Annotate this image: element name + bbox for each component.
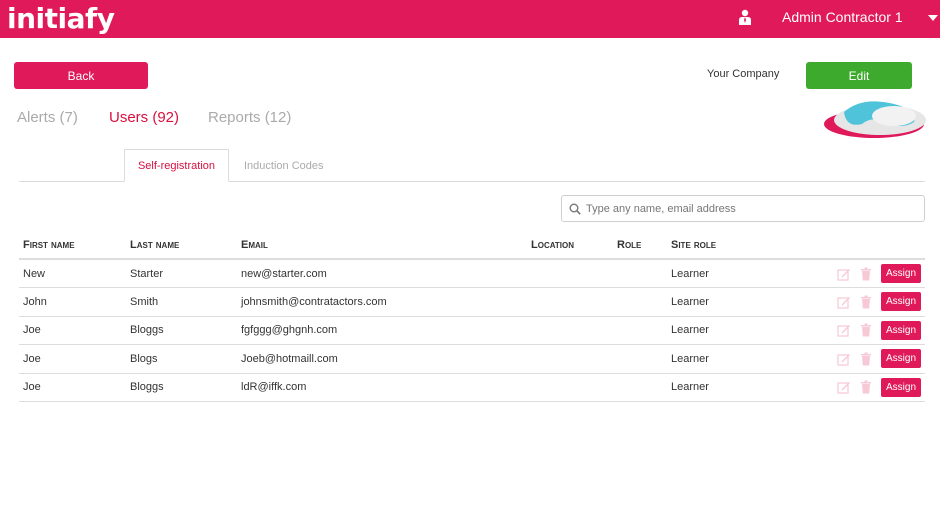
column-header-role: Role [613,232,667,260]
edit-icon[interactable] [837,267,851,281]
cell-email: johnsmith@contratactors.com [237,287,527,317]
cell-last-name: Blogs [126,344,237,374]
cell-actions: Assign [777,373,925,402]
column-header-email: Email [237,232,527,260]
trash-icon[interactable] [859,295,873,309]
user-menu[interactable]: Admin Contractor 1 [782,9,903,25]
column-header-first-name: First name [19,232,126,260]
cell-role [613,344,667,374]
cell-first-name: New [19,259,126,288]
trash-icon[interactable] [859,380,873,394]
cell-email: ldR@iffk.com [237,373,527,402]
company-name: Your Company [707,68,780,80]
users-table: First name Last name Email Location Role… [19,232,925,402]
user-icon [739,9,751,25]
cell-site-role: Learner [667,259,777,288]
trash-icon[interactable] [859,323,873,337]
table-row: New Starter new@starter.com Learner Assi… [19,259,925,288]
cell-last-name: Smith [126,287,237,317]
edit-icon[interactable] [837,380,851,394]
cell-actions: Assign [777,344,925,374]
column-header-actions [777,232,925,260]
cell-role [613,287,667,317]
edit-icon[interactable] [837,352,851,366]
cell-email: Joeb@hotmaill.com [237,344,527,374]
cell-actions: Assign [777,316,925,345]
assign-button[interactable]: Assign [880,320,921,340]
search-box [561,195,925,222]
assign-button[interactable]: Assign [880,264,921,283]
cell-location [527,344,613,374]
table-row: Joe Bloggs fgfggg@ghgnh.com Learner Assi… [19,316,925,345]
search-input[interactable] [586,199,916,218]
tab-alerts[interactable]: Alerts (7) [17,109,78,127]
cell-role [613,259,667,288]
search-icon [569,203,581,215]
cell-site-role: Learner [667,373,777,402]
app-logo[interactable]: initiafy [7,2,115,36]
table-header-row: First name Last name Email Location Role… [19,232,925,260]
cell-email: fgfggg@ghgnh.com [237,316,527,345]
assign-button[interactable]: Assign [880,349,921,369]
cell-last-name: Bloggs [126,316,237,345]
column-header-location: Location [527,232,613,260]
chevron-down-icon[interactable] [928,15,938,21]
cell-first-name: Joe [19,373,126,402]
edit-button[interactable]: Edit [806,62,912,89]
edit-icon[interactable] [837,323,851,337]
cell-location [527,287,613,317]
subtab-self-registration[interactable]: Self-registration [124,149,229,182]
cell-last-name: Starter [126,259,237,288]
cell-location [527,259,613,288]
trash-icon[interactable] [859,352,873,366]
trash-icon[interactable] [859,267,873,281]
cell-first-name: Joe [19,316,126,345]
top-bar: initiafy Admin Contractor 1 [0,0,940,38]
cell-role [613,316,667,345]
cell-first-name: Joe [19,344,126,374]
table-row: Joe Blogs Joeb@hotmaill.com Learner Assi… [19,344,925,374]
assign-button[interactable]: Assign [880,377,921,397]
back-button[interactable]: Back [14,62,148,89]
cell-site-role: Learner [667,316,777,345]
subtab-induction-codes[interactable]: Induction Codes [244,160,324,172]
cell-role [613,373,667,402]
tab-reports[interactable]: Reports (12) [208,109,291,127]
cell-site-role: Learner [667,344,777,374]
column-header-last-name: Last name [126,232,237,260]
cell-email: new@starter.com [237,259,527,288]
company-logo [824,101,926,138]
cell-location [527,316,613,345]
tab-users[interactable]: Users (92) [109,109,179,127]
cell-actions: Assign [777,287,925,317]
cell-actions: Assign [777,259,925,288]
assign-button[interactable]: Assign [880,292,921,312]
edit-icon[interactable] [837,295,851,309]
cell-last-name: Bloggs [126,373,237,402]
cell-site-role: Learner [667,287,777,317]
table-row: Joe Bloggs ldR@iffk.com Learner Assign [19,373,925,402]
cell-first-name: John [19,287,126,317]
cell-location [527,373,613,402]
table-row: John Smith johnsmith@contratactors.com L… [19,287,925,317]
column-header-site-role: Site role [667,232,777,260]
